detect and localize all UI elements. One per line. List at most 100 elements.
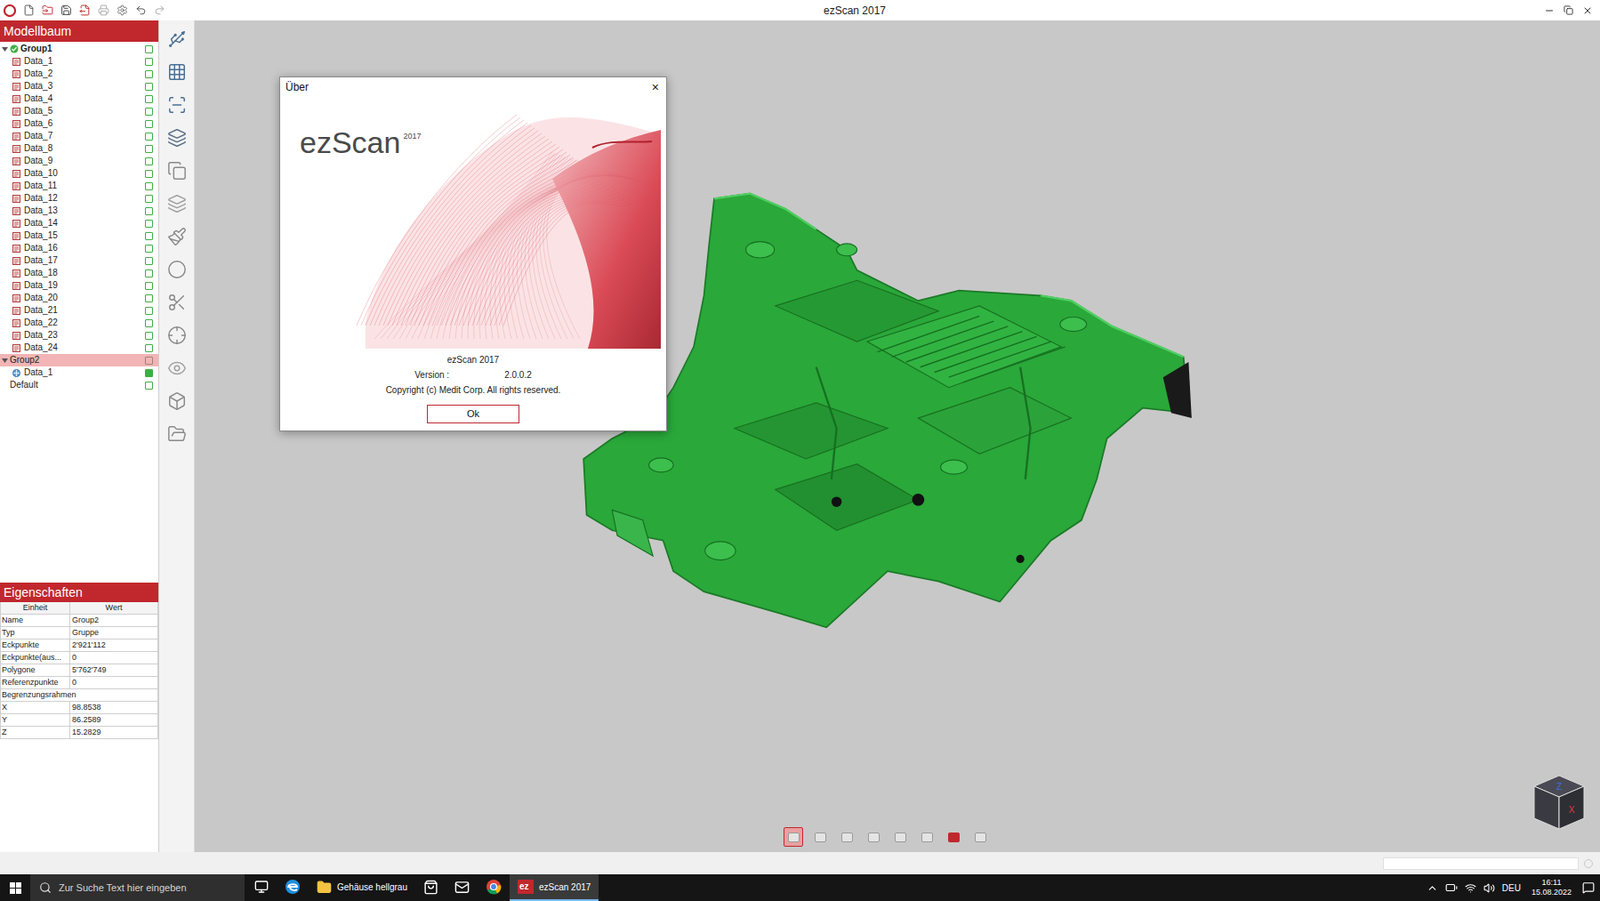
new-file-icon[interactable]	[23, 4, 35, 17]
tray-expand-icon[interactable]	[1426, 882, 1439, 894]
visibility-checkbox[interactable]	[144, 381, 153, 390]
tree-item-row[interactable]: Data_19	[0, 279, 159, 292]
search-box[interactable]: Zur Suche Text hier eingeben	[30, 874, 245, 901]
visibility-checkbox[interactable]	[144, 356, 153, 365]
view-mode-button[interactable]	[810, 827, 830, 847]
visibility-checkbox[interactable]	[144, 57, 153, 66]
grid-icon[interactable]	[167, 62, 187, 82]
network-icon[interactable]	[1464, 882, 1477, 894]
visibility-checkbox[interactable]	[144, 306, 153, 315]
tree-item-row[interactable]: Data_20	[0, 291, 159, 305]
tree-item-row[interactable]: Data_4	[0, 92, 159, 105]
tree-item-row[interactable]: Data_13	[0, 204, 159, 218]
target-icon[interactable]	[167, 325, 187, 346]
scan-model[interactable]	[576, 188, 1199, 633]
visibility-checkbox[interactable]	[144, 369, 153, 378]
restore-icon[interactable]	[1563, 5, 1574, 16]
save-icon[interactable]	[60, 4, 73, 17]
properties-row[interactable]: Y86.2589	[0, 714, 159, 727]
visibility-checkbox[interactable]	[144, 107, 153, 116]
tree-item-row[interactable]: Data_5	[0, 104, 159, 118]
tree-item-row[interactable]: Data_21	[0, 304, 159, 317]
view-mode-button[interactable]	[863, 827, 884, 847]
visibility-checkbox[interactable]	[144, 70, 153, 79]
visibility-checkbox[interactable]	[144, 157, 153, 166]
visibility-checkbox[interactable]	[144, 207, 153, 216]
tree-group-row[interactable]: Default	[0, 378, 159, 392]
visibility-checkbox[interactable]	[144, 120, 153, 129]
properties-row[interactable]: Polygone5'762'749	[0, 664, 159, 677]
visibility-checkbox[interactable]	[144, 319, 153, 328]
taskbar-app[interactable]	[276, 874, 309, 901]
tree-item-row[interactable]: Data_23	[0, 329, 159, 342]
tree-item-row[interactable]: Data_17	[0, 254, 159, 267]
visibility-checkbox[interactable]	[144, 182, 153, 191]
visibility-checkbox[interactable]	[144, 169, 153, 178]
box-icon[interactable]	[167, 391, 187, 411]
view-mode-button[interactable]	[836, 827, 857, 847]
visibility-checkbox[interactable]	[144, 95, 153, 104]
layers-icon[interactable]	[167, 193, 187, 214]
visibility-checkbox[interactable]	[144, 344, 153, 353]
visibility-checkbox[interactable]	[144, 194, 153, 203]
properties-row[interactable]: Z15.2829	[0, 726, 159, 740]
visibility-checkbox[interactable]	[144, 144, 153, 153]
properties-row[interactable]: Eckpunkte(aus...0	[0, 651, 159, 665]
battery-icon[interactable]	[1445, 881, 1458, 894]
taskbar-app[interactable]: Gehäuse hellgrau	[308, 874, 416, 901]
language-indicator[interactable]: DEU	[1502, 881, 1521, 895]
visibility-checkbox[interactable]	[144, 219, 153, 228]
export-icon[interactable]	[79, 4, 91, 17]
tree-item-row[interactable]: Data_16	[0, 241, 159, 255]
visibility-checkbox[interactable]	[144, 244, 153, 253]
clock[interactable]: 16:1115.08.2022	[1527, 877, 1576, 898]
visibility-checkbox[interactable]	[144, 269, 153, 278]
tree-group-row[interactable]: Group1	[0, 42, 159, 56]
start-button[interactable]	[0, 874, 31, 901]
visibility-checkbox[interactable]	[144, 281, 153, 290]
view-icon[interactable]	[167, 358, 187, 378]
expand-arrow-icon[interactable]	[1, 46, 9, 53]
taskbar-app[interactable]	[446, 874, 478, 901]
visibility-checkbox[interactable]	[144, 331, 153, 340]
tree-item-row[interactable]: Data_10	[0, 167, 159, 180]
align-icon[interactable]	[167, 128, 187, 148]
view-mode-button[interactable]	[943, 827, 964, 847]
tree-item-row[interactable]: Data_24	[0, 341, 159, 354]
visibility-checkbox[interactable]	[144, 82, 153, 91]
tree-item-row[interactable]: Data_2	[0, 67, 159, 81]
tree-item-row[interactable]: Data_12	[0, 192, 159, 205]
visibility-checkbox[interactable]	[144, 232, 153, 241]
view-mode-button[interactable]	[970, 827, 990, 847]
visibility-checkbox[interactable]	[144, 294, 153, 303]
tree-item-row[interactable]: Data_1	[0, 55, 159, 68]
view-mode-button[interactable]	[890, 827, 910, 847]
print-icon[interactable]	[97, 4, 110, 17]
view-cube[interactable]: ZX	[1530, 771, 1588, 835]
tree-item-row[interactable]: Data_8	[0, 142, 159, 155]
tree-item-row[interactable]: Data_1	[0, 366, 159, 379]
tree-item-row[interactable]: Data_9	[0, 154, 159, 168]
sphere-icon[interactable]	[167, 259, 187, 280]
view-mode-button[interactable]	[783, 827, 804, 847]
tree-item-row[interactable]: Data_11	[0, 179, 159, 193]
properties-row[interactable]: TypGruppe	[0, 627, 159, 640]
tree-group-row[interactable]: Group2	[0, 353, 159, 367]
properties-row[interactable]: Referenzpunkte0	[0, 676, 159, 690]
import-icon[interactable]	[41, 4, 54, 17]
view-mode-button[interactable]	[916, 827, 937, 847]
volume-icon[interactable]	[1483, 882, 1496, 894]
properties-row[interactable]: X98.8538	[0, 701, 159, 715]
minimize-icon[interactable]	[1543, 5, 1555, 17]
brush-icon[interactable]	[167, 226, 187, 247]
visibility-checkbox[interactable]	[144, 45, 153, 54]
tree-item-row[interactable]: Data_6	[0, 117, 159, 130]
ok-button[interactable]: Ok	[426, 404, 520, 424]
tree-item-row[interactable]: Data_18	[0, 266, 159, 280]
app-logo-icon[interactable]	[3, 4, 17, 17]
properties-row[interactable]: Eckpunkte2'921'112	[0, 639, 159, 652]
settings-icon[interactable]	[116, 4, 129, 17]
merge-icon[interactable]	[167, 160, 187, 181]
dialog-close-button[interactable]: ×	[650, 80, 661, 94]
visibility-checkbox[interactable]	[144, 132, 153, 141]
